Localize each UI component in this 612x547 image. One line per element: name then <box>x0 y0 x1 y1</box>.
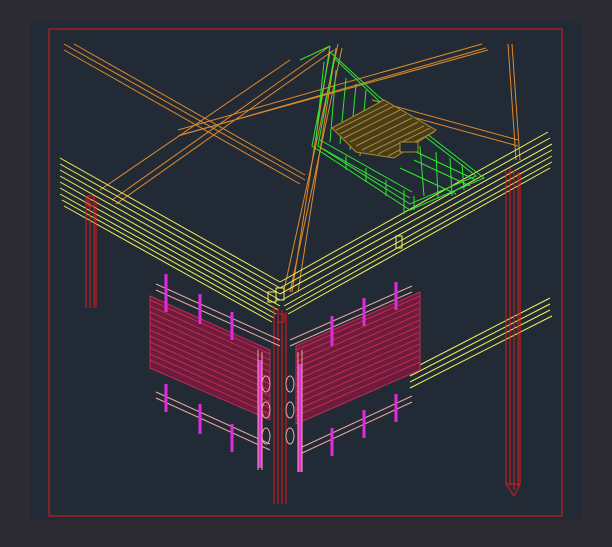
cad-application <box>0 0 612 547</box>
drawing-viewport[interactable] <box>0 0 612 547</box>
cad-canvas[interactable] <box>0 0 612 547</box>
